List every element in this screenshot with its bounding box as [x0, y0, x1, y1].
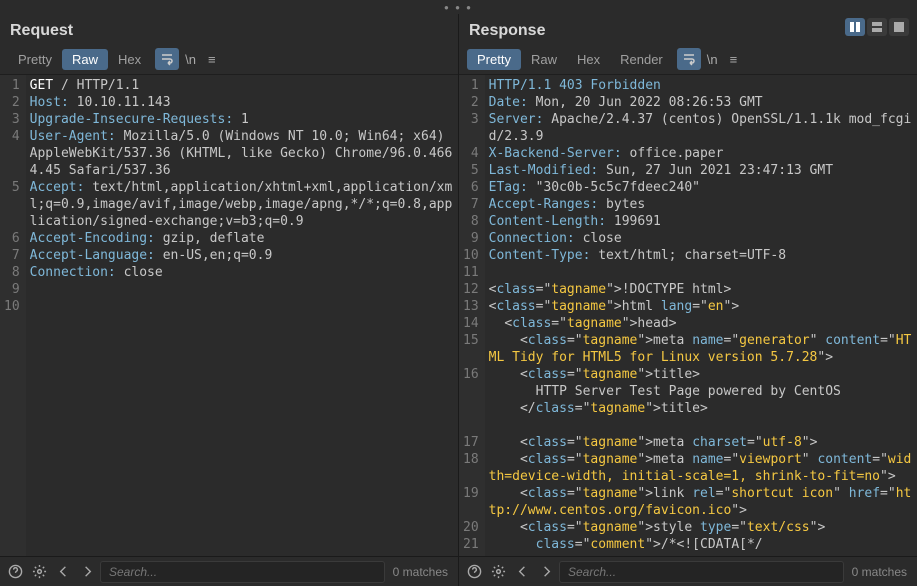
response-tabs: Pretty Raw Hex Render \n ≡	[459, 46, 917, 74]
tab-render[interactable]: Render	[610, 49, 673, 70]
tab-pretty[interactable]: Pretty	[8, 49, 62, 70]
response-panel: Response Pretty Raw Hex Render \n ≡ 1234…	[458, 14, 917, 556]
wrap-icon[interactable]	[155, 48, 179, 70]
request-editor[interactable]: 12345678910 GET / HTTP/1.1Host: 10.10.11…	[0, 74, 458, 556]
gear-icon[interactable]	[28, 561, 50, 583]
tab-hex[interactable]: Hex	[567, 49, 610, 70]
grip-dots-icon: ● ● ●	[444, 3, 473, 12]
gear-icon[interactable]	[487, 561, 509, 583]
help-icon[interactable]	[463, 561, 485, 583]
view-split-vertical[interactable]	[845, 18, 865, 36]
tab-pretty[interactable]: Pretty	[467, 49, 521, 70]
view-split-horizontal[interactable]	[867, 18, 887, 36]
response-search-input[interactable]	[559, 561, 844, 583]
response-editor[interactable]: 123456789101112131415161718192021 HTTP/1…	[459, 74, 917, 556]
newline-icon[interactable]: \n	[179, 52, 202, 67]
tab-hex[interactable]: Hex	[108, 49, 151, 70]
panel-grip[interactable]: ● ● ●	[0, 0, 917, 14]
prev-match-icon[interactable]	[511, 561, 533, 583]
prev-match-icon[interactable]	[52, 561, 74, 583]
request-title: Request	[0, 14, 458, 46]
newline-icon[interactable]: \n	[701, 52, 724, 67]
next-match-icon[interactable]	[76, 561, 98, 583]
request-search-input[interactable]	[100, 561, 385, 583]
footer: 0 matches 0 matches	[0, 556, 917, 586]
response-match-count: 0 matches	[846, 565, 913, 579]
request-footer: 0 matches	[0, 557, 458, 586]
request-gutter: 12345678910	[0, 75, 26, 556]
help-icon[interactable]	[4, 561, 26, 583]
panel-menu-icon[interactable]: ≡	[202, 52, 222, 67]
response-gutter: 123456789101112131415161718192021	[459, 75, 485, 556]
next-match-icon[interactable]	[535, 561, 557, 583]
view-mode-controls	[845, 18, 909, 36]
request-tabs: Pretty Raw Hex \n ≡	[0, 46, 458, 74]
response-footer: 0 matches	[458, 557, 917, 586]
response-lines[interactable]: HTTP/1.1 403 ForbiddenDate: Mon, 20 Jun …	[485, 75, 917, 556]
view-single[interactable]	[889, 18, 909, 36]
request-match-count: 0 matches	[387, 565, 454, 579]
request-panel: Request Pretty Raw Hex \n ≡ 12345678910 …	[0, 14, 458, 556]
tab-raw[interactable]: Raw	[62, 49, 108, 70]
request-lines[interactable]: GET / HTTP/1.1Host: 10.10.11.143Upgrade-…	[26, 75, 458, 556]
wrap-icon[interactable]	[677, 48, 701, 70]
panel-menu-icon[interactable]: ≡	[724, 52, 744, 67]
tab-raw[interactable]: Raw	[521, 49, 567, 70]
